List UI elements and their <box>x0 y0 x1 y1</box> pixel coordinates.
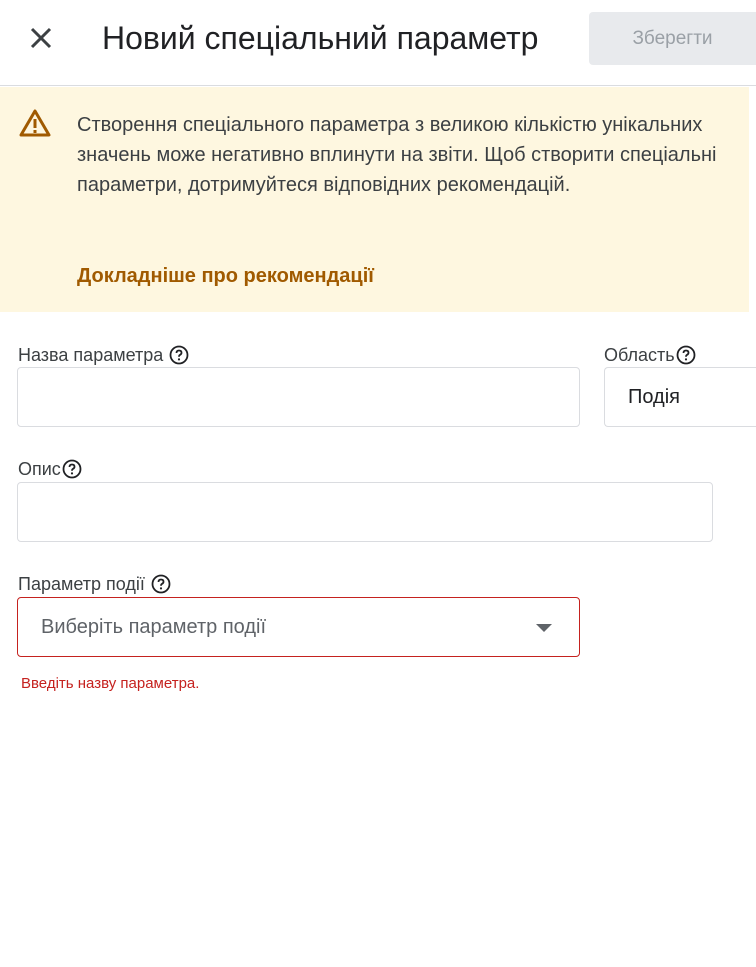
description-label: Опис <box>18 457 82 481</box>
event-param-select[interactable]: Виберіть параметр події <box>17 597 580 657</box>
scope-label-text: Область <box>604 345 675 365</box>
help-icon[interactable] <box>62 459 82 479</box>
dialog-header: Новий спеціальний параметр Зберегти <box>0 0 756 86</box>
event-param-label: Параметр події <box>18 572 171 596</box>
help-icon[interactable] <box>151 574 171 594</box>
scope-label: Область <box>604 343 696 367</box>
event-param-error: Введіть назву параметра. <box>21 675 200 692</box>
name-label-text: Назва параметра <box>18 345 164 365</box>
name-field[interactable] <box>17 367 580 427</box>
event-param-label-text: Параметр події <box>18 574 145 594</box>
event-param-placeholder: Виберіть параметр події <box>41 616 266 638</box>
help-icon[interactable] <box>169 345 189 365</box>
description-label-text: Опис <box>18 459 61 479</box>
close-icon <box>30 27 52 49</box>
page-title: Новий спеціальний параметр <box>102 20 539 56</box>
warning-text: Створення спеціального параметра з велик… <box>77 114 717 196</box>
description-field[interactable] <box>17 482 713 542</box>
warning-icon <box>19 109 51 137</box>
close-button[interactable] <box>25 22 57 54</box>
scope-select[interactable]: Подія <box>604 367 756 427</box>
scope-value: Подія <box>628 386 681 408</box>
name-input[interactable] <box>18 368 579 426</box>
description-input[interactable] <box>18 483 712 541</box>
chevron-down-icon <box>536 624 552 632</box>
name-label: Назва параметра <box>18 343 189 367</box>
save-button[interactable]: Зберегти <box>589 12 756 65</box>
recommendations-link[interactable]: Докладніше про рекомендації <box>77 261 374 291</box>
help-icon[interactable] <box>676 345 696 365</box>
